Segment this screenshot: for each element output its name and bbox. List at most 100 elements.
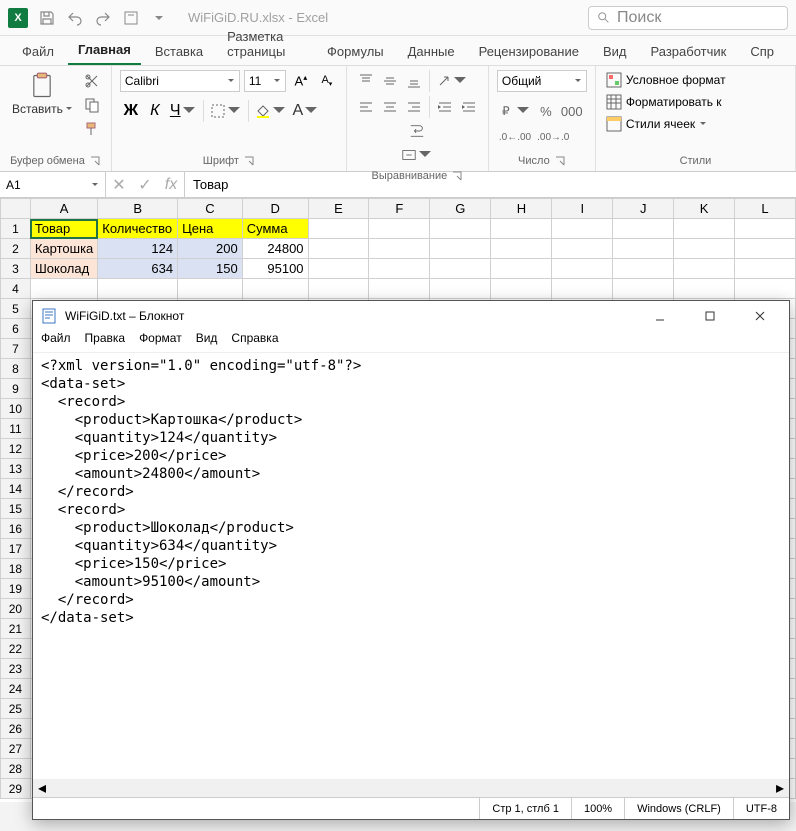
font-color-button[interactable]: А [291, 100, 322, 122]
cell[interactable]: Сумма [242, 219, 308, 239]
copy-button[interactable] [81, 94, 103, 116]
cell[interactable] [674, 259, 735, 279]
cell[interactable] [735, 219, 796, 239]
row-header[interactable]: 3 [1, 259, 31, 279]
cell[interactable] [674, 279, 735, 299]
row-header[interactable]: 18 [1, 559, 31, 579]
row-header[interactable]: 1 [1, 219, 31, 239]
cell[interactable] [430, 239, 491, 259]
cell[interactable] [430, 279, 491, 299]
cell[interactable]: 95100 [242, 259, 308, 279]
row-header[interactable]: 13 [1, 459, 31, 479]
row-header[interactable]: 10 [1, 399, 31, 419]
align-middle-button[interactable] [379, 70, 401, 92]
borders-button[interactable] [208, 100, 244, 122]
align-left-button[interactable] [355, 96, 377, 118]
col-header[interactable]: H [491, 199, 552, 219]
cell[interactable] [430, 219, 491, 239]
format-as-table-button[interactable]: Форматировать к [604, 92, 728, 112]
col-header[interactable]: I [552, 199, 613, 219]
align-bottom-button[interactable] [403, 70, 425, 92]
name-box[interactable]: A1 [0, 172, 106, 197]
tab-review[interactable]: Рецензирование [469, 38, 589, 65]
underline-button[interactable]: Ч [168, 100, 199, 122]
cell[interactable] [308, 219, 369, 239]
notepad-scrollbar[interactable]: ◂ ▸ [33, 779, 789, 797]
tab-layout[interactable]: Разметка страницы [217, 23, 313, 65]
decrease-decimal-button[interactable]: .00→.0 [535, 126, 571, 148]
maximize-button[interactable] [689, 302, 731, 330]
row-header[interactable]: 17 [1, 539, 31, 559]
row-header[interactable]: 2 [1, 239, 31, 259]
cell[interactable] [674, 219, 735, 239]
formula-input[interactable]: Товар [185, 172, 796, 197]
row-header[interactable]: 6 [1, 319, 31, 339]
search-input[interactable]: Поиск [588, 6, 788, 30]
percent-button[interactable]: % [535, 100, 557, 122]
row-header[interactable]: 22 [1, 639, 31, 659]
qat-dropdown-icon[interactable] [150, 9, 168, 27]
cell[interactable] [242, 279, 308, 299]
cancel-formula-button[interactable]: ✕ [106, 175, 132, 195]
tab-data[interactable]: Данные [398, 38, 465, 65]
close-button[interactable] [739, 302, 781, 330]
comma-button[interactable]: 000 [559, 100, 585, 122]
undo-icon[interactable] [66, 9, 84, 27]
cell[interactable] [308, 279, 369, 299]
cell[interactable] [98, 279, 178, 299]
cell[interactable]: 634 [98, 259, 178, 279]
col-header[interactable]: D [242, 199, 308, 219]
qat-more-icon[interactable] [122, 9, 140, 27]
row-header[interactable]: 5 [1, 299, 31, 319]
fill-color-button[interactable] [253, 100, 289, 122]
col-header[interactable]: E [308, 199, 369, 219]
bold-button[interactable]: Ж [120, 100, 142, 122]
increase-decimal-button[interactable]: .0←.00 [497, 126, 533, 148]
row-header[interactable]: 20 [1, 599, 31, 619]
cell[interactable] [369, 239, 430, 259]
tab-insert[interactable]: Вставка [145, 38, 213, 65]
row-header[interactable]: 25 [1, 699, 31, 719]
cell[interactable]: 150 [178, 259, 243, 279]
cell[interactable] [430, 259, 491, 279]
row-header[interactable]: 8 [1, 359, 31, 379]
row-header[interactable]: 14 [1, 479, 31, 499]
row-header[interactable]: 15 [1, 499, 31, 519]
row-header[interactable]: 19 [1, 579, 31, 599]
cell[interactable] [308, 259, 369, 279]
row-header[interactable]: 9 [1, 379, 31, 399]
np-menu-help[interactable]: Справка [231, 331, 278, 352]
minimize-button[interactable] [639, 302, 681, 330]
cell[interactable] [613, 239, 674, 259]
row-header[interactable]: 23 [1, 659, 31, 679]
row-header[interactable]: 12 [1, 439, 31, 459]
font-name-dropdown[interactable]: Calibri [120, 70, 240, 92]
notepad-content[interactable]: <?xml version="1.0" encoding="utf-8"?> <… [33, 353, 789, 779]
notepad-titlebar[interactable]: WiFiGiD.txt – Блокнот [33, 301, 789, 331]
cell[interactable] [491, 259, 552, 279]
cell[interactable] [369, 219, 430, 239]
cell[interactable]: 124 [98, 239, 178, 259]
dialog-launcher-icon[interactable] [89, 155, 101, 167]
cut-button[interactable] [81, 70, 103, 92]
tab-view[interactable]: Вид [593, 38, 637, 65]
cell[interactable]: Шоколад [30, 259, 97, 279]
tab-home[interactable]: Главная [68, 36, 141, 65]
cell[interactable] [30, 279, 97, 299]
redo-icon[interactable] [94, 9, 112, 27]
col-header[interactable]: G [430, 199, 491, 219]
np-menu-format[interactable]: Формат [139, 331, 182, 352]
increase-font-button[interactable]: A▴ [290, 70, 312, 92]
cell[interactable] [552, 219, 613, 239]
col-header[interactable]: F [369, 199, 430, 219]
wrap-text-button[interactable] [357, 120, 478, 142]
increase-indent-button[interactable] [458, 96, 480, 118]
cell[interactable] [178, 279, 243, 299]
merge-button[interactable] [357, 144, 478, 166]
cell[interactable] [369, 279, 430, 299]
fx-button[interactable]: fx [158, 176, 184, 194]
tab-file[interactable]: Файл [12, 38, 64, 65]
decrease-font-button[interactable]: A▾ [316, 70, 338, 92]
cell[interactable] [735, 239, 796, 259]
row-header[interactable]: 24 [1, 679, 31, 699]
